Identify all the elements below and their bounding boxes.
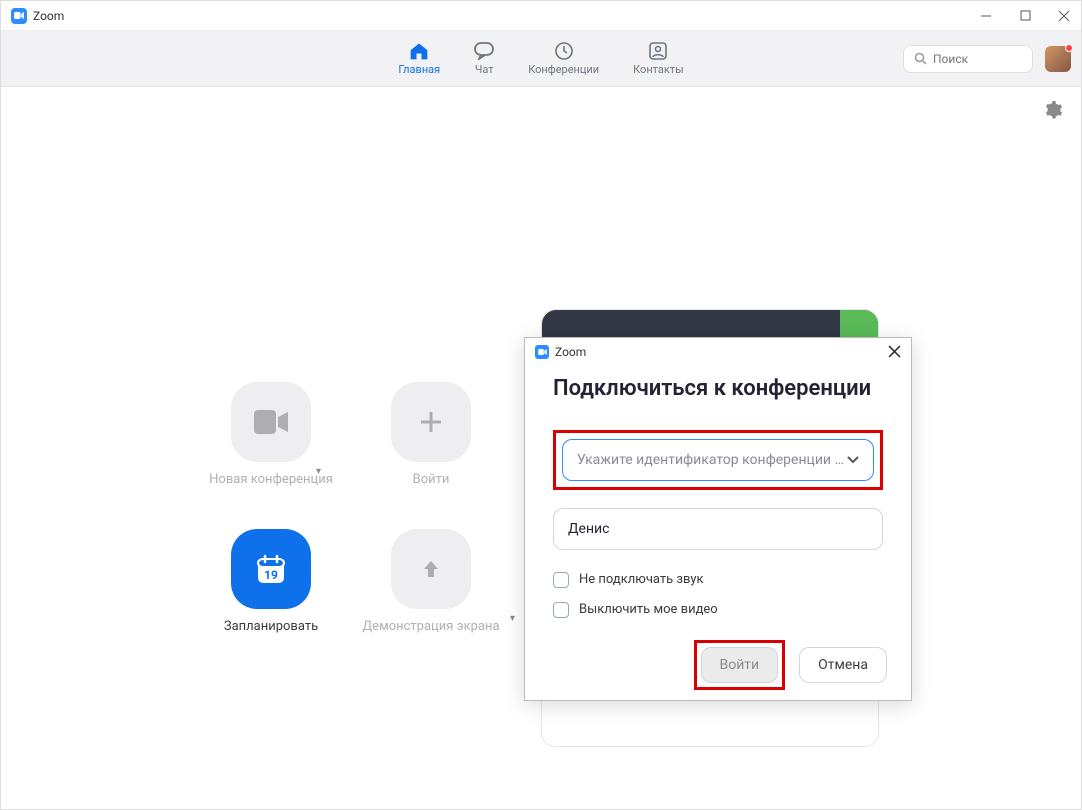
zoom-logo-icon	[11, 8, 27, 24]
checkbox-no-video-label: Выключить мое видео	[579, 602, 718, 617]
tab-home[interactable]: Главная	[398, 41, 440, 76]
search-input[interactable]	[933, 52, 1022, 66]
status-dot-icon	[1065, 44, 1073, 52]
chevron-down-icon[interactable]: ▾	[510, 613, 515, 624]
new-meeting-button[interactable]	[231, 382, 311, 462]
dialog-heading: Подключиться к конференции	[553, 374, 883, 404]
dialog-title: Zoom	[555, 345, 586, 359]
chat-icon	[474, 41, 494, 61]
share-screen-label: Демонстрация экрана	[362, 619, 499, 636]
dialog-join-button[interactable]: Войти	[701, 647, 779, 683]
meeting-id-field[interactable]: Укажите идентификатор конференции …	[562, 439, 874, 481]
share-screen-button[interactable]	[391, 529, 471, 609]
dialog-close-button[interactable]	[888, 343, 901, 362]
join-label: Войти	[413, 472, 450, 489]
tab-meetings-label: Конференции	[528, 63, 599, 76]
schedule-button[interactable]: 19	[231, 529, 311, 609]
window-title: Zoom	[33, 9, 64, 23]
search-icon	[914, 52, 927, 65]
join-button[interactable]	[391, 382, 471, 462]
schedule-label: Запланировать	[224, 619, 318, 636]
search-box[interactable]	[903, 45, 1033, 73]
close-button[interactable]	[1057, 9, 1071, 23]
dialog-cancel-button[interactable]: Отмена	[799, 647, 887, 683]
join-meeting-dialog: Zoom Подключиться к конференции Укажите …	[524, 337, 912, 701]
display-name-field[interactable]	[553, 508, 883, 550]
highlight-annotation: Войти	[694, 640, 786, 690]
top-navigation: Главная Чат Конференции Контакты	[1, 31, 1081, 87]
window-titlebar: Zoom	[1, 1, 1081, 31]
tab-contacts[interactable]: Контакты	[633, 41, 684, 76]
card-header-strip	[542, 310, 878, 338]
minimize-button[interactable]	[979, 9, 993, 23]
settings-gear-icon[interactable]	[1043, 99, 1063, 123]
zoom-logo-icon	[535, 345, 549, 359]
avatar-button[interactable]	[1045, 46, 1071, 72]
tab-chat[interactable]: Чат	[474, 41, 494, 76]
maximize-button[interactable]	[1018, 9, 1032, 23]
home-icon	[409, 41, 429, 61]
tab-chat-label: Чат	[475, 63, 494, 76]
svg-text:19: 19	[264, 568, 278, 582]
contacts-icon	[648, 41, 668, 61]
clock-icon	[554, 41, 574, 61]
new-meeting-label: Новая конференция	[209, 472, 333, 489]
tab-home-label: Главная	[398, 63, 440, 76]
tab-contacts-label: Контакты	[633, 63, 684, 76]
chevron-down-icon[interactable]	[847, 452, 859, 468]
meeting-id-placeholder: Укажите идентификатор конференции …	[577, 452, 844, 468]
checkbox-no-audio[interactable]	[553, 572, 569, 588]
highlight-annotation: Укажите идентификатор конференции …	[553, 430, 883, 490]
chevron-down-icon[interactable]: ▾	[316, 466, 321, 477]
display-name-input[interactable]	[568, 521, 868, 537]
checkbox-no-video[interactable]	[553, 602, 569, 618]
tab-meetings[interactable]: Конференции	[528, 41, 599, 76]
checkbox-no-audio-label: Не подключать звук	[579, 572, 704, 587]
